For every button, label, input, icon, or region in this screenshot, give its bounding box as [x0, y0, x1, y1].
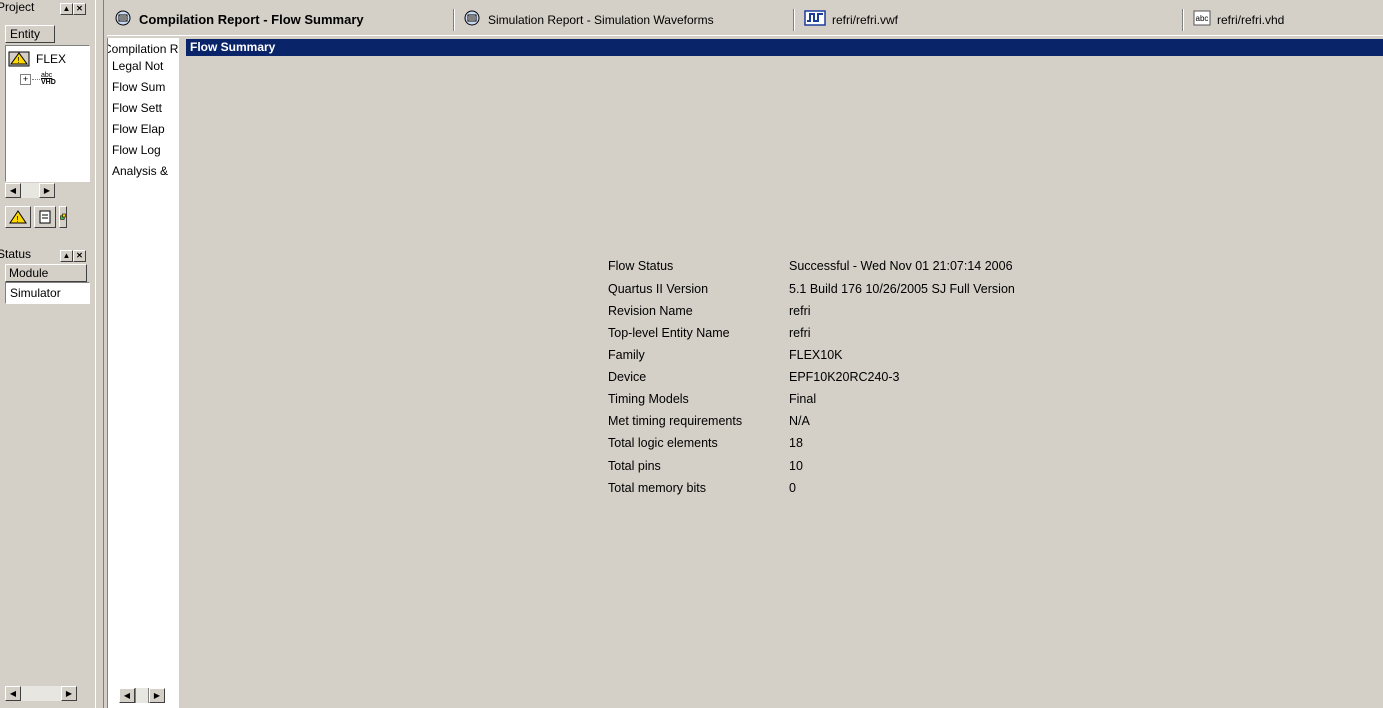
waveform-icon	[804, 9, 826, 30]
document-tab-bar: Compilation Report - Flow Summary Simula…	[107, 5, 1383, 36]
design-units-view-tab[interactable]	[59, 206, 67, 228]
report-icon	[462, 9, 482, 30]
files-view-tab[interactable]	[34, 206, 56, 228]
entity-item[interactable]: ! FLEX	[8, 51, 66, 67]
tree-item-compilation-report[interactable]: Compilation R	[108, 42, 178, 56]
svg-text:!: !	[17, 215, 19, 224]
status-row-simulator[interactable]: Simulator	[5, 282, 90, 304]
report-tree[interactable]: Compilation R Legal Not Flow Sum Flow Se…	[107, 38, 181, 708]
entity-label: FLEX	[36, 52, 67, 66]
project-panel-title: Project	[0, 0, 35, 14]
summary-value: N/A	[789, 414, 810, 428]
report-icon	[113, 9, 133, 30]
tree-scroll-left-button[interactable]: ◀	[119, 688, 135, 703]
document-icon	[39, 210, 51, 224]
tab-simulation-report[interactable]: Simulation Report - Simulation Waveforms	[462, 5, 714, 34]
summary-value: refri	[789, 326, 811, 340]
tab-refri-vwf-label: refri/refri.vwf	[832, 12, 898, 27]
status-scrollbar[interactable]: ◀ ▶	[5, 686, 77, 701]
tree-item-legal-notice[interactable]: Legal Not	[112, 59, 163, 73]
tab-compilation-report-label: Compilation Report - Flow Summary	[139, 12, 364, 27]
vhdl-file-icon: abc	[1193, 10, 1211, 29]
scroll-right-button[interactable]: ▶	[39, 183, 55, 198]
panel-splitter[interactable]	[95, 0, 104, 708]
close-panel-button[interactable]: ✕	[73, 2, 86, 15]
close-status-button[interactable]: ✕	[73, 249, 86, 262]
summary-key: Quartus II Version	[608, 282, 709, 296]
tab-compilation-report[interactable]: Compilation Report - Flow Summary	[113, 5, 364, 34]
summary-value: refri	[789, 304, 811, 318]
summary-key: Met timing requirements	[608, 414, 743, 428]
scroll-left-button[interactable]: ◀	[5, 183, 21, 198]
maximize-panel-button[interactable]: ▲	[60, 2, 73, 15]
summary-key: Timing Models	[608, 392, 689, 406]
svg-text:!: !	[18, 56, 20, 65]
flow-summary-panel: Flow Status Successful - Wed Nov 01 21:0…	[186, 56, 1383, 708]
summary-value: 18	[789, 436, 803, 450]
summary-key: Device	[608, 370, 647, 384]
module-column-header[interactable]: Module	[5, 264, 87, 282]
tab-refri-vwf[interactable]: refri/refri.vwf	[804, 5, 898, 34]
hierarchy-view-tab[interactable]: !	[5, 206, 31, 228]
tree-item-analysis-synthesis[interactable]: Analysis &	[112, 164, 168, 178]
report-title-bar: Flow Summary	[186, 39, 1383, 56]
summary-key: Family	[608, 348, 645, 362]
summary-value: 10	[789, 459, 803, 473]
summary-value: 5.1 Build 176 10/26/2005 SJ Full Version	[789, 282, 1015, 296]
tree-scrollbar[interactable]: ◀ ▶	[119, 688, 165, 703]
tree-item-flow-elapsed-time[interactable]: Flow Elap	[112, 122, 165, 136]
warning-chip-icon: !	[8, 51, 30, 67]
status-scroll-left-button[interactable]: ◀	[5, 686, 21, 701]
project-view-tabs: !	[5, 206, 67, 228]
status-panel-controls: ▲ ✕	[60, 248, 86, 262]
project-navigator: Project ▲ ✕ Entity ! FLEX + abc VHD ◀ ▶ !	[0, 0, 93, 708]
summary-key: Total pins	[608, 459, 661, 473]
tab-simulation-report-label: Simulation Report - Simulation Waveforms	[488, 12, 714, 27]
summary-key: Flow Status	[608, 259, 674, 273]
expand-plus-icon[interactable]: +	[20, 73, 31, 85]
summary-key: Revision Name	[608, 304, 693, 318]
file-tree-node[interactable]: + abc VHD	[20, 72, 56, 86]
svg-text:abc: abc	[1196, 14, 1209, 23]
summary-key: Total memory bits	[608, 481, 706, 495]
tree-item-flow-summary[interactable]: Flow Sum	[112, 80, 165, 94]
status-panel-title: Status	[0, 247, 32, 261]
entity-column-header[interactable]: Entity	[5, 25, 55, 43]
entity-hierarchy-list[interactable]: ! FLEX + abc VHD	[5, 45, 90, 182]
design-unit-icon	[60, 213, 66, 220]
tree-item-flow-settings[interactable]: Flow Sett	[112, 101, 162, 115]
summary-key: Total logic elements	[608, 436, 718, 450]
summary-value: Final	[789, 392, 817, 406]
project-panel-controls: ▲ ✕	[60, 1, 86, 15]
vhd-file-icon: abc VHD	[41, 72, 56, 86]
maximize-status-button[interactable]: ▲	[60, 249, 73, 262]
entity-scrollbar[interactable]: ◀ ▶	[5, 183, 55, 198]
tree-splitter[interactable]	[179, 38, 186, 708]
status-scroll-right-button[interactable]: ▶	[61, 686, 77, 701]
summary-value: EPF10K20RC240-3	[789, 370, 900, 384]
hierarchy-warning-icon: !	[9, 210, 27, 224]
status-list[interactable]: Simulator	[5, 282, 90, 682]
tab-refri-vhd-label: refri/refri.vhd	[1217, 12, 1285, 27]
summary-value: FLEX10K	[789, 348, 843, 362]
tree-scroll-right-button[interactable]: ▶	[149, 688, 165, 703]
tab-refri-vhd[interactable]: abc refri/refri.vhd	[1193, 5, 1284, 34]
summary-key: Top-level Entity Name	[608, 326, 730, 340]
summary-value: 0	[789, 481, 796, 495]
tree-item-flow-log[interactable]: Flow Log	[112, 143, 161, 157]
summary-value: Successful - Wed Nov 01 21:07:14 2006	[789, 259, 1013, 273]
